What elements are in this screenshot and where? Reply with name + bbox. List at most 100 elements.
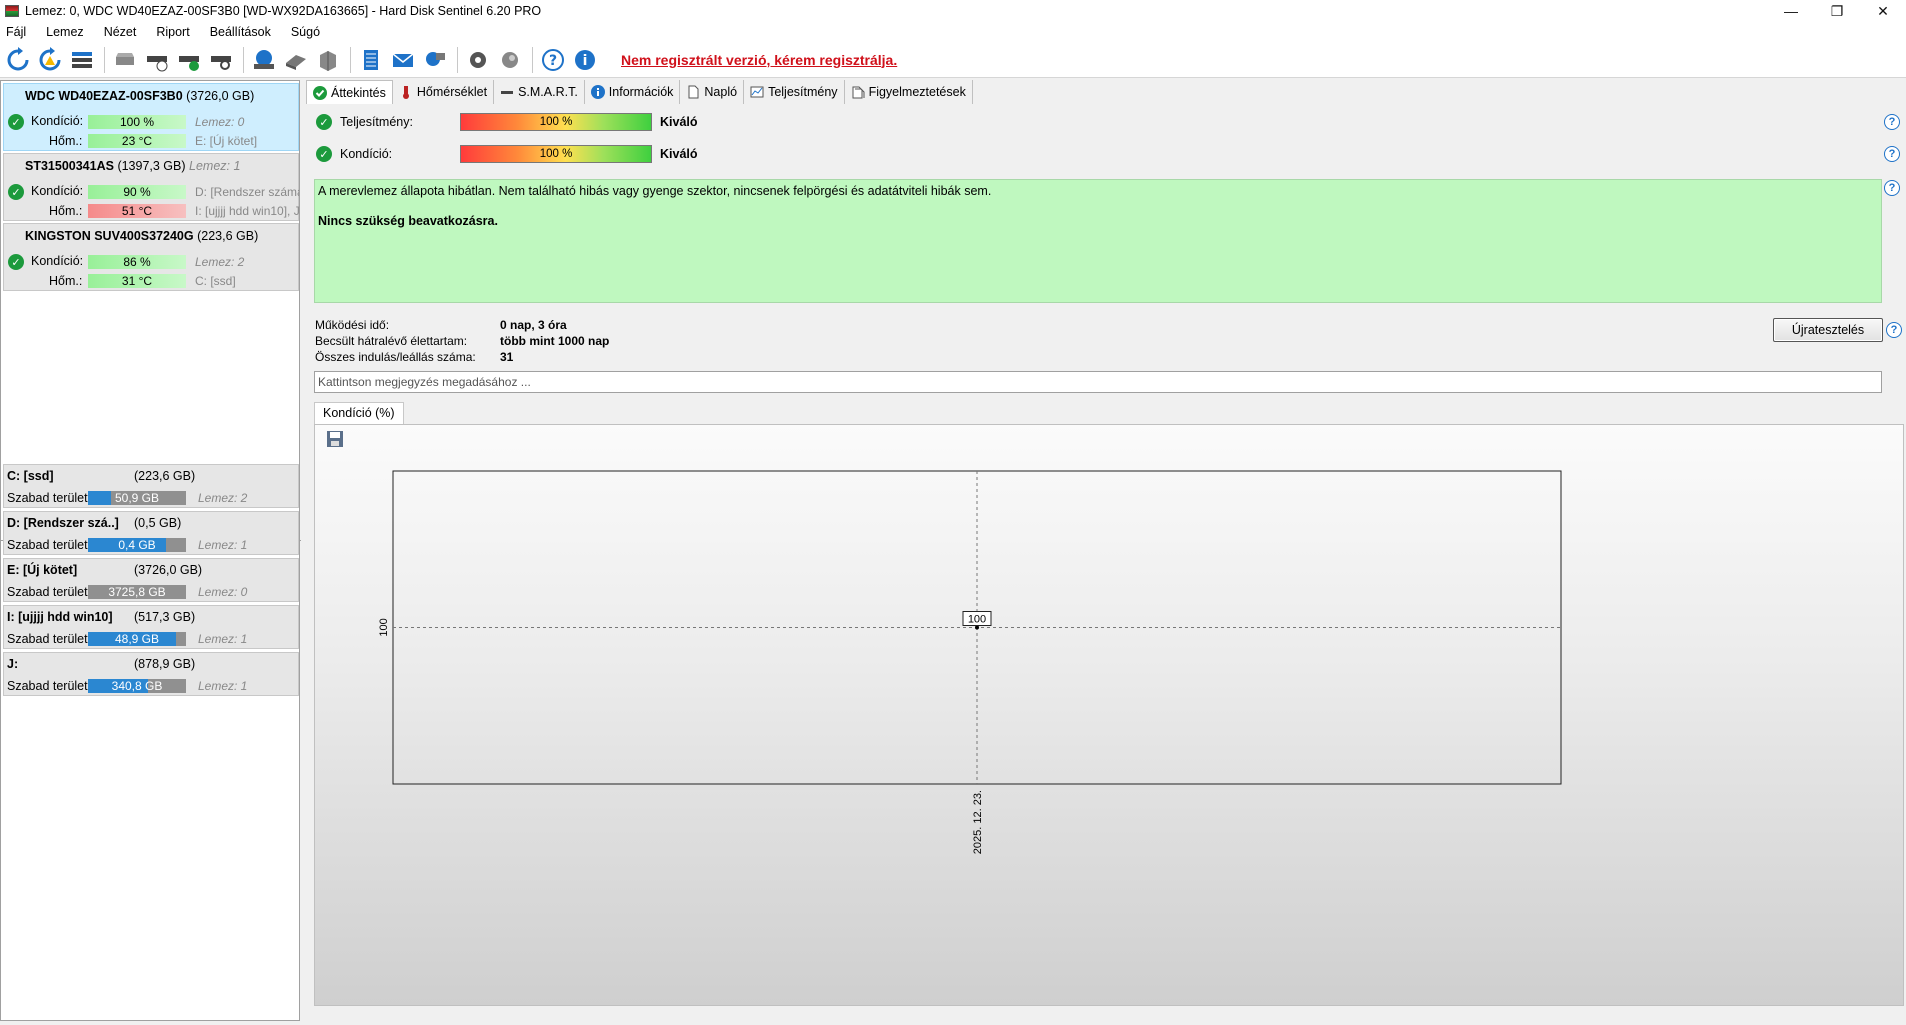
free-space-label: Szabad terület: [7, 491, 88, 505]
performance-icon: [750, 85, 764, 99]
performance-label: Teljesítmény:: [340, 115, 413, 129]
volume-card[interactable]: D: [Rendszer szá..] (0,5 GB) Szabad terü…: [3, 511, 299, 555]
backup-icon[interactable]: [282, 46, 310, 74]
volume-name: E: [Új kötet]: [7, 563, 78, 577]
toolbar-separator: [243, 46, 244, 73]
status-message: A merevlemez állapota hibátlan. Nem talá…: [314, 179, 1882, 303]
refresh-icon[interactable]: [4, 46, 32, 74]
tab-smart[interactable]: S.M.A.R.T.: [494, 80, 585, 104]
log-icon: [686, 85, 700, 99]
globe-disk-icon[interactable]: [250, 46, 278, 74]
settings-icon[interactable]: [464, 46, 492, 74]
volume-disk: Lemez: 0: [198, 585, 248, 599]
temp-bar: 51 °C: [88, 204, 186, 218]
volume-card[interactable]: J: (878,9 GB) Szabad terület 340,8 GB Le…: [3, 652, 299, 696]
thermometer-icon: [399, 85, 413, 99]
menu-help[interactable]: Súgó: [291, 25, 320, 39]
free-space-bar: 3725,8 GB: [88, 585, 186, 599]
volume-disk: Lemez: 1: [198, 632, 248, 646]
disk-card[interactable]: ST31500341AS (1397,3 GB) Lemez: 1 ✓ Kond…: [3, 153, 299, 221]
disk-number: Lemez: 2: [195, 255, 245, 269]
disk-name: WDC WD40EZAZ-00SF3B0 (3726,0 GB): [25, 89, 255, 103]
tab-information[interactable]: Információk: [584, 80, 681, 104]
tab-overview[interactable]: Áttekintés: [306, 80, 393, 104]
help-icon[interactable]: ?: [1884, 114, 1900, 130]
help-icon[interactable]: ?: [1884, 146, 1900, 162]
temp-label: Hőm.:: [49, 204, 83, 218]
disk-volumes: D: [Rendszer számár: [195, 185, 299, 199]
maximize-button[interactable]: ❐: [1814, 0, 1860, 22]
tab-strip: Áttekintés Hőmérséklet S.M.A.R.T. Inform…: [306, 80, 973, 104]
tab-condition-chart[interactable]: Kondíció (%): [314, 402, 404, 424]
svg-text:?: ?: [549, 53, 557, 69]
condition-bar: 86 %: [88, 255, 186, 269]
alerts-icon: [851, 85, 865, 99]
info-row: Összes indulás/leállás száma: 31: [315, 350, 514, 364]
info-row: Működési idő: 0 nap, 3 óra: [315, 318, 567, 332]
help-icon[interactable]: ?: [539, 46, 567, 74]
x-tick-label: 2025. 12. 23.: [972, 790, 984, 854]
alerts-icon[interactable]: [496, 46, 524, 74]
volume-card[interactable]: E: [Új kötet] (3726,0 GB) Szabad terület…: [3, 558, 299, 602]
retest-button[interactable]: Újratesztelés: [1773, 318, 1883, 342]
free-space-label: Szabad terület: [7, 538, 88, 552]
condition-label: Kondíció:: [31, 184, 84, 198]
refresh-warning-icon[interactable]: [36, 46, 64, 74]
disk-volumes: I: [ujjjj hdd win10], J:: [195, 204, 299, 218]
disk-panel: WDC WD40EZAZ-00SF3B0 (3726,0 GB) ✓ Kondí…: [0, 80, 301, 1021]
disk-icon[interactable]: [111, 46, 139, 74]
tab-alerts[interactable]: Figyelmeztetések: [844, 80, 973, 104]
note-input[interactable]: Kattintson megjegyzés megadásához ...: [314, 371, 1882, 393]
network-icon[interactable]: [421, 46, 449, 74]
menu-disk[interactable]: Lemez: [46, 25, 84, 39]
disk-card[interactable]: WDC WD40EZAZ-00SF3B0 (3726,0 GB) ✓ Kondí…: [3, 83, 299, 151]
volume-disk: Lemez: 2: [198, 491, 248, 505]
drive-icon[interactable]: [314, 46, 342, 74]
minimize-button[interactable]: —: [1768, 0, 1814, 22]
performance-bar: 100 %: [460, 113, 652, 131]
register-link[interactable]: Nem regisztrált verzió, kérem regisztrál…: [621, 52, 897, 68]
menu-file[interactable]: Fájl: [6, 25, 26, 39]
info-icon[interactable]: i: [571, 46, 599, 74]
help-icon[interactable]: ?: [1886, 322, 1902, 338]
disk-info: Működési idő: 0 nap, 3 óra Becsült hátral…: [315, 317, 609, 365]
volume-disk: Lemez: 1: [198, 679, 248, 693]
ok-check-icon: ✓: [8, 254, 24, 270]
ok-check-icon: ✓: [8, 114, 24, 130]
menu-report[interactable]: Riport: [156, 25, 189, 39]
disk-list-icon[interactable]: [68, 46, 96, 74]
data-point: [975, 625, 979, 630]
performance-rating: Kiváló: [660, 115, 698, 129]
disk-card[interactable]: KINGSTON SUV400S37240G (223,6 GB) ✓ Kond…: [3, 223, 299, 291]
disk-number: Lemez: 0: [195, 115, 245, 129]
disk-name: ST31500341AS (1397,3 GB) Lemez: 1: [25, 159, 241, 173]
menu-view[interactable]: Nézet: [104, 25, 137, 39]
volume-card[interactable]: I: [ujjjj hdd win10] (517,3 GB) Szabad t…: [3, 605, 299, 649]
y-tick-label: 100: [378, 618, 390, 636]
tab-log[interactable]: Napló: [680, 80, 745, 104]
volume-card[interactable]: C: [ssd] (223,6 GB) Szabad terület 50,9 …: [3, 464, 299, 508]
status-message-action: Nincs szükség beavatkozásra.: [318, 214, 498, 228]
disk-clock-icon[interactable]: [143, 46, 171, 74]
title-bar: Lemez: 0, WDC WD40EZAZ-00SF3B0 [WD-WX92D…: [0, 0, 1906, 22]
health-rating: Kiváló: [660, 147, 698, 161]
toolbar-separator: [457, 46, 458, 73]
disk-check-icon[interactable]: [175, 46, 203, 74]
toolbar-separator: [104, 46, 105, 73]
volume-name: I: [ujjjj hdd win10]: [7, 610, 113, 624]
disk-search-icon[interactable]: [207, 46, 235, 74]
help-icon[interactable]: ?: [1884, 180, 1900, 196]
volume-disk: Lemez: 1: [198, 538, 248, 552]
tab-performance[interactable]: Teljesítmény: [744, 80, 845, 104]
menu-settings[interactable]: Beállítások: [210, 25, 271, 39]
disk-name: KINGSTON SUV400S37240G (223,6 GB): [25, 229, 259, 243]
report-icon[interactable]: [357, 46, 385, 74]
temp-bar: 31 °C: [88, 274, 186, 288]
tab-temperature[interactable]: Hőmérséklet: [392, 80, 495, 104]
volume-name: J:: [7, 657, 19, 671]
window-controls: — ❐ ✕: [1768, 0, 1906, 22]
app-icon: [5, 5, 19, 17]
volume-name: D: [Rendszer szá..]: [7, 516, 119, 530]
mail-icon[interactable]: [389, 46, 417, 74]
close-button[interactable]: ✕: [1860, 0, 1906, 22]
